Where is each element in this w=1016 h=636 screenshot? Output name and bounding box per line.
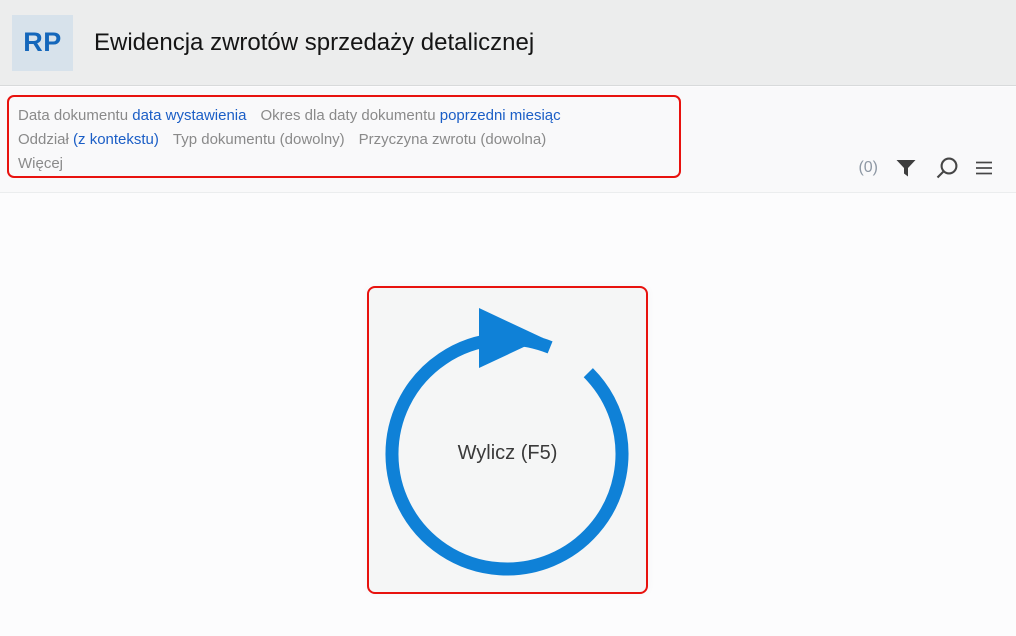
filter-strip: Data dokumentu data wystawienia Okres dla… xyxy=(0,87,1016,193)
filter-label: Przyczyna zwrotu (dowolna) xyxy=(359,131,547,148)
filter-value-link[interactable]: (z kontekstu) xyxy=(73,131,159,148)
filter-funnel-icon[interactable] xyxy=(895,157,917,179)
filter-label: Okres dla daty dokumentu xyxy=(260,107,435,124)
module-badge: RP xyxy=(12,15,73,71)
filter-label: Oddział xyxy=(18,131,69,148)
filter-line-1: Data dokumentu data wystawienia Okres dla… xyxy=(18,104,671,128)
filter-period[interactable]: Okres dla daty dokumentu poprzedni miesi… xyxy=(260,107,560,124)
toolbar: (0) xyxy=(858,155,992,181)
calculate-button-label: Wylicz (F5) xyxy=(369,442,646,465)
filter-label: Typ dokumentu (dowolny) xyxy=(173,131,345,148)
annotation-box-filters: Data dokumentu data wystawienia Okres dla… xyxy=(7,95,681,178)
filter-document-type[interactable]: Typ dokumentu (dowolny) xyxy=(173,131,345,148)
filter-label: Więcej xyxy=(18,155,63,172)
menu-icon[interactable] xyxy=(976,161,992,175)
filter-branch[interactable]: Oddział (z kontekstu) xyxy=(18,131,159,148)
page-title: Ewidencja zwrotów sprzedaży detalicznej xyxy=(94,29,534,57)
refresh-circle-icon xyxy=(369,288,646,592)
main-area: Wylicz (F5) xyxy=(0,194,1016,636)
filter-count-badge: (0) xyxy=(858,159,878,177)
filter-line-2: Oddział (z kontekstu) Typ dokumentu (dowo… xyxy=(18,128,671,152)
calculate-refresh-button[interactable]: Wylicz (F5) xyxy=(367,286,648,594)
filter-value-link[interactable]: data wystawienia xyxy=(132,107,246,124)
filter-document-date[interactable]: Data dokumentu data wystawienia xyxy=(18,107,246,124)
filter-value-link[interactable]: poprzedni miesiąc xyxy=(440,107,561,124)
search-icon[interactable] xyxy=(934,156,959,181)
window-header: RP Ewidencja zwrotów sprzedaży detaliczn… xyxy=(0,0,1016,86)
filter-label: Data dokumentu xyxy=(18,107,128,124)
filter-return-reason[interactable]: Przyczyna zwrotu (dowolna) xyxy=(359,131,547,148)
filter-more-link[interactable]: Więcej xyxy=(18,155,63,172)
filter-line-3: Więcej xyxy=(18,152,671,176)
arrow-head-icon xyxy=(479,308,543,368)
